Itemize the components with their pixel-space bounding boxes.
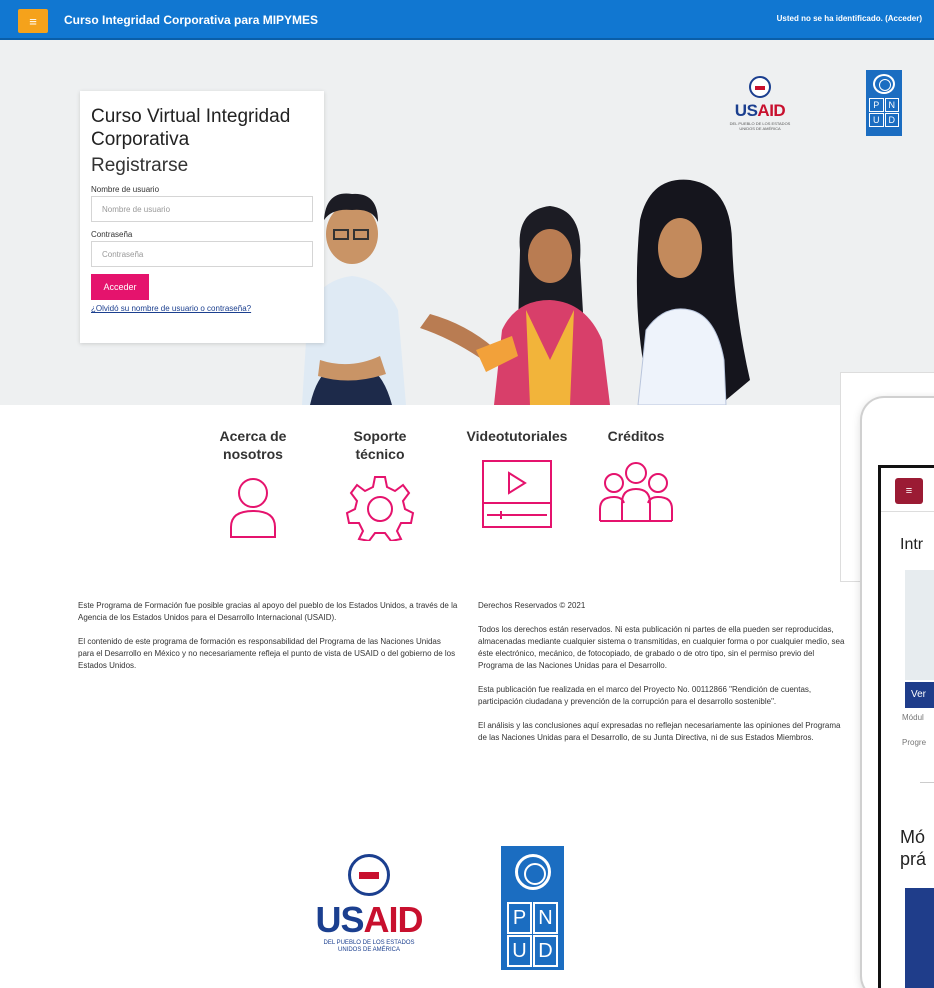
forgot-password-link[interactable]: ¿Olvidó su nombre de usuario o contraseñ… [91, 304, 313, 313]
video-player-icon [482, 460, 552, 528]
site-title[interactable]: Curso Integridad Corporativa para MIPYME… [64, 13, 318, 27]
password-label: Contraseña [91, 230, 133, 239]
usaid-seal-icon [348, 854, 390, 896]
usaid-logo-bottom: USAID DEL PUEBLO DE LOS ESTADOS UNIDOS D… [305, 854, 433, 954]
video-tutorials-link[interactable]: Videotutoriales [452, 427, 582, 536]
course-title: Curso Virtual Integridad Corporativa [91, 106, 291, 150]
hamburger-icon: ≡ [905, 485, 913, 497]
pnud-logo-bottom: P N U D [501, 846, 564, 970]
device-view-button[interactable]: Ver [905, 682, 934, 708]
un-emblem-icon [873, 74, 895, 94]
device-module-title: Mó prá [900, 827, 927, 869]
usaid-seal-icon [749, 76, 771, 98]
woman-right-figure [636, 179, 750, 405]
gear-icon [345, 476, 415, 543]
user-icon [230, 478, 276, 538]
un-emblem-icon [514, 854, 551, 890]
footer-funding-text: Este Programa de Formación fue posible g… [78, 601, 458, 670]
footer-rights-text: Derechos Reservados © 2021 Todos los der… [478, 601, 845, 742]
device-module-label: Módul [902, 713, 924, 722]
about-us-link[interactable]: Acerca de nosotros [200, 427, 306, 546]
device-progress-label: Progre [902, 738, 927, 747]
device-divider [920, 782, 934, 783]
people-illustration [302, 179, 750, 405]
woman-middle-figure [420, 206, 610, 405]
username-input[interactable] [91, 196, 313, 222]
device-menu-button[interactable]: ≡ [895, 478, 923, 504]
hamburger-icon: ≡ [29, 13, 37, 29]
tech-support-link[interactable]: Soporte técnico [335, 427, 425, 546]
login-card: Curso Virtual Integridad Corporativa Reg… [80, 91, 324, 343]
login-status-link[interactable]: Usted no se ha identificado. (Acceder) [777, 14, 922, 23]
password-input[interactable] [91, 241, 313, 267]
pnud-logo-top: P N U D [866, 70, 902, 136]
device-image [905, 570, 934, 680]
group-icon [599, 462, 673, 522]
login-button[interactable]: Acceder [91, 274, 149, 300]
page: ≡ Curso Integridad Corporativa para MIPY… [0, 0, 934, 988]
info-section: Acerca de nosotros Soporte técnico Videotu… [60, 405, 840, 580]
username-label: Nombre de usuario [91, 185, 160, 194]
device-module-image [905, 888, 934, 988]
device-title: Intr [900, 536, 924, 553]
register-heading: Registrarse [91, 155, 189, 176]
credits-link[interactable]: Créditos [596, 427, 676, 536]
menu-button[interactable]: ≡ [18, 9, 48, 33]
top-navbar: ≡ Curso Integridad Corporativa para MIPY… [0, 0, 934, 40]
usaid-logo-top: USAID DEL PUEBLO DE LOS ESTADOS UNIDOS D… [724, 76, 796, 131]
